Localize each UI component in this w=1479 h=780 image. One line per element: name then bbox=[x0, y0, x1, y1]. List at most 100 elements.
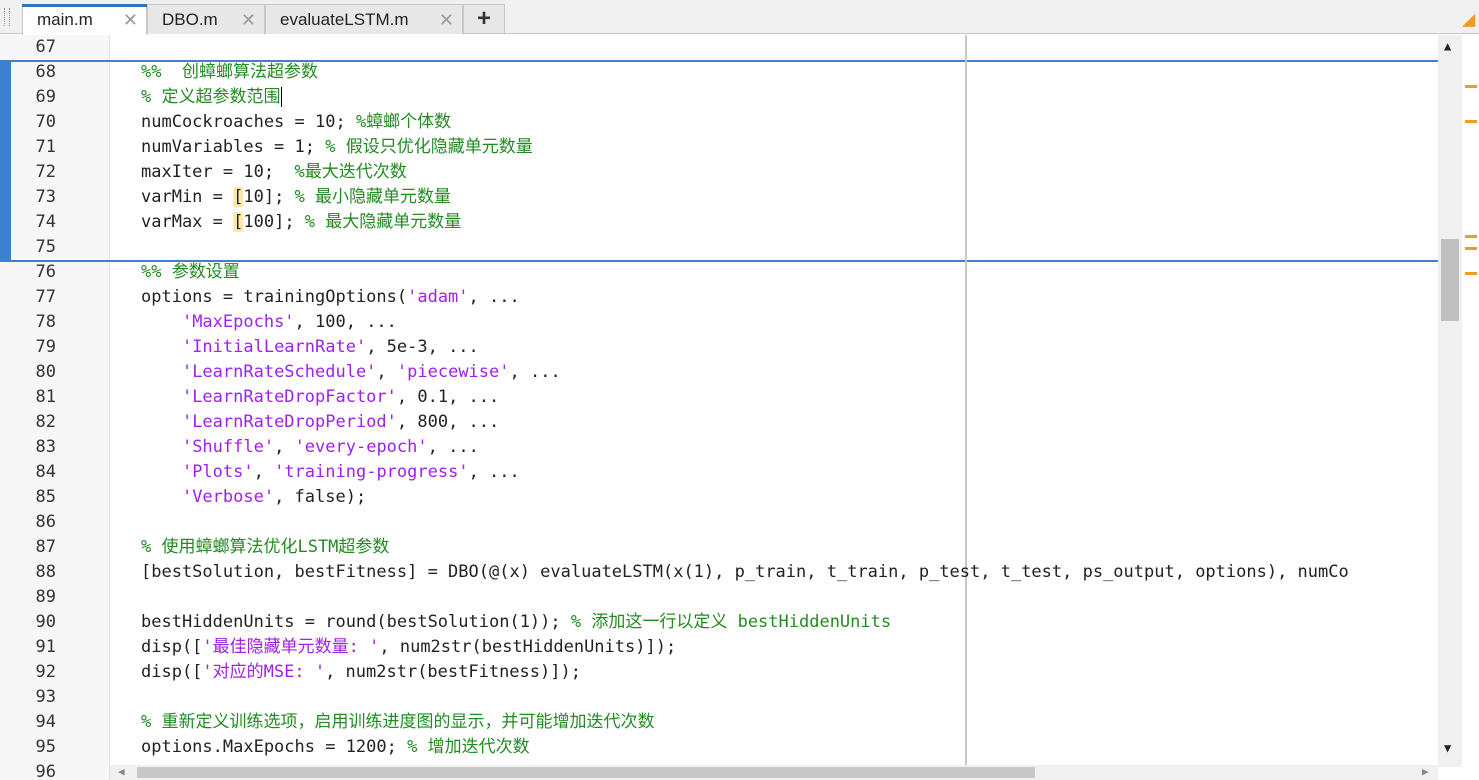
scroll-down-icon[interactable]: ▼ bbox=[1444, 741, 1451, 755]
code-line[interactable]: 72 maxIter = 10; %最大迭代次数 bbox=[0, 160, 1438, 185]
code-text: 'MaxEpochs', 100, ... bbox=[141, 310, 397, 335]
code-token: % 添加这一行以定义 bestHiddenUnits bbox=[570, 612, 892, 632]
drag-grip-icon[interactable] bbox=[4, 8, 10, 26]
code-text: % 重新定义训练选项，启用训练进度图的显示，并可能增加迭代次数 bbox=[141, 710, 654, 735]
code-token: % 最大隐藏单元数量 bbox=[304, 212, 462, 232]
code-line[interactable]: 69 % 定义超参数范围 bbox=[0, 85, 1438, 110]
code-token: options.MaxEpochs = 1200; bbox=[141, 737, 408, 757]
line-number: 77 bbox=[35, 287, 56, 307]
line-number: 95 bbox=[35, 737, 56, 757]
code-token: [ bbox=[233, 187, 244, 207]
code-token: varMin = bbox=[141, 187, 234, 207]
code-line[interactable]: 74 varMax = [100]; % 最大隐藏单元数量 bbox=[0, 210, 1438, 235]
code-line[interactable]: 89 bbox=[0, 585, 1438, 610]
code-line[interactable]: 91 disp(['最佳隐藏单元数量: ', num2str(bestHidden… bbox=[0, 635, 1438, 660]
code-line[interactable]: 77 options = trainingOptions('adam', ... bbox=[0, 285, 1438, 310]
code-line[interactable]: 73 varMin = [10]; % 最小隐藏单元数量 bbox=[0, 185, 1438, 210]
code-token: options = trainingOptions( bbox=[141, 287, 408, 307]
tab-label: main.m bbox=[37, 10, 93, 29]
code-line[interactable]: 84 'Plots', 'training-progress', ... bbox=[0, 460, 1438, 485]
warning-icon[interactable]: ◢ bbox=[1462, 8, 1479, 32]
code-line[interactable]: 70 numCockroaches = 10; %蟑螂个体数 bbox=[0, 110, 1438, 135]
code-line[interactable]: 93 bbox=[0, 685, 1438, 710]
code-token: [ bbox=[233, 212, 244, 232]
code-line[interactable]: 95 options.MaxEpochs = 1200; % 增加迭代次数 bbox=[0, 735, 1438, 760]
close-icon[interactable]: ✕ bbox=[439, 10, 454, 31]
code-token: %最大迭代次数 bbox=[294, 162, 407, 182]
line-number: 84 bbox=[35, 462, 56, 482]
code-token: disp([ bbox=[141, 662, 203, 682]
code-token: % 增加迭代次数 bbox=[407, 737, 530, 757]
editor-tab-bar: main.m ✕ DBO.m ✕ evaluateLSTM.m ✕ + bbox=[0, 0, 1479, 35]
line-number: 94 bbox=[35, 712, 56, 732]
line-number: 96 bbox=[35, 762, 56, 780]
code-line[interactable]: 81 'LearnRateDropFactor', 0.1, ... bbox=[0, 385, 1438, 410]
code-line[interactable]: 68 %% 创蟑螂算法超参数 bbox=[0, 60, 1438, 85]
line-number: 86 bbox=[35, 512, 56, 532]
code-text: %% 参数设置 bbox=[141, 260, 240, 285]
code-token: numCockroaches = 10; bbox=[141, 112, 356, 132]
code-line[interactable]: 87 % 使用蟑螂算法优化LSTM超参数 bbox=[0, 535, 1438, 560]
code-token: 'training-progress' bbox=[274, 462, 469, 482]
warning-marker[interactable] bbox=[1465, 247, 1477, 250]
code-line[interactable]: 79 'InitialLearnRate', 5e-3, ... bbox=[0, 335, 1438, 360]
code-line[interactable]: 83 'Shuffle', 'every-epoch', ... bbox=[0, 435, 1438, 460]
code-editor[interactable]: 67 68 %% 创蟑螂算法超参数 69 % 定义超参数范围 70 numCockroach… bbox=[0, 35, 1479, 780]
code-line[interactable]: 80 'LearnRateSchedule', 'piecewise', ... bbox=[0, 360, 1438, 385]
warning-marker[interactable] bbox=[1465, 120, 1477, 123]
code-line[interactable]: 67 bbox=[0, 35, 1438, 60]
warning-marker[interactable] bbox=[1465, 85, 1477, 88]
code-line[interactable]: 88 [bestSolution, bestFitness] = DBO(@(x)… bbox=[0, 560, 1438, 585]
tab-label: evaluateLSTM.m bbox=[280, 9, 409, 29]
line-number: 87 bbox=[35, 537, 56, 557]
code-line[interactable]: 82 'LearnRateDropPeriod', 800, ... bbox=[0, 410, 1438, 435]
code-token: , ... bbox=[509, 362, 561, 382]
code-token: 100]; bbox=[243, 212, 305, 232]
code-text: [bestSolution, bestFitness] = DBO(@(x) e… bbox=[141, 560, 1349, 585]
code-line[interactable]: 92 disp(['对应的MSE: ', num2str(bestFitness)… bbox=[0, 660, 1438, 685]
code-line[interactable]: 71 numVariables = 1; % 假设只优化隐藏单元数量 bbox=[0, 135, 1438, 160]
code-line[interactable]: 94 % 重新定义训练选项，启用训练进度图的显示，并可能增加迭代次数 bbox=[0, 710, 1438, 735]
horizontal-scroll-thumb[interactable] bbox=[137, 767, 1035, 778]
close-icon[interactable]: ✕ bbox=[241, 10, 256, 31]
close-icon[interactable]: ✕ bbox=[123, 10, 138, 31]
code-line[interactable]: 85 'Verbose', false); bbox=[0, 485, 1438, 510]
code-token: 'Plots' bbox=[181, 462, 254, 482]
tab-evaluatelstm-m[interactable]: evaluateLSTM.m ✕ bbox=[265, 4, 463, 34]
code-line[interactable]: 76 %% 参数设置 bbox=[0, 260, 1438, 285]
line-number: 76 bbox=[35, 262, 56, 282]
tab-main-m[interactable]: main.m ✕ bbox=[22, 4, 147, 35]
scroll-up-icon[interactable]: ▲ bbox=[1444, 39, 1451, 53]
line-number: 82 bbox=[35, 412, 56, 432]
code-line[interactable]: 90 bestHiddenUnits = round(bestSolution(1… bbox=[0, 610, 1438, 635]
code-token: '对应的MSE: ' bbox=[202, 662, 326, 682]
code-line[interactable]: 75 bbox=[0, 235, 1438, 260]
warning-marker[interactable] bbox=[1465, 272, 1477, 275]
code-text: 'LearnRateDropPeriod', 800, ... bbox=[141, 410, 499, 435]
code-token: , 800, ... bbox=[396, 412, 500, 432]
code-token: 10]; bbox=[243, 187, 295, 207]
code-token: , num2str(bestHiddenUnits)]); bbox=[379, 637, 677, 657]
horizontal-scrollbar[interactable]: ◀ ▶ bbox=[110, 765, 1438, 780]
code-token: %% 参数设置 bbox=[141, 262, 240, 282]
code-line[interactable]: 86 bbox=[0, 510, 1438, 535]
vertical-scroll-thumb[interactable] bbox=[1441, 239, 1459, 321]
line-number: 67 bbox=[35, 37, 56, 57]
code-line[interactable]: 78 'MaxEpochs', 100, ... bbox=[0, 310, 1438, 335]
warning-marker[interactable] bbox=[1465, 235, 1477, 238]
code-token: , bbox=[274, 437, 295, 457]
code-token: 'piecewise' bbox=[396, 362, 510, 382]
code-text: 'Verbose', false); bbox=[141, 485, 366, 510]
vertical-scrollbar[interactable]: ▲ ▼ bbox=[1438, 35, 1462, 767]
scroll-left-icon[interactable]: ◀ bbox=[118, 765, 125, 778]
plus-icon[interactable]: + bbox=[463, 4, 505, 33]
scroll-right-icon[interactable]: ▶ bbox=[1422, 765, 1429, 778]
code-token: '最佳隐藏单元数量: ' bbox=[202, 637, 380, 657]
code-text: numVariables = 1; % 假设只优化隐藏单元数量 bbox=[141, 135, 533, 160]
tab-dbo-m[interactable]: DBO.m ✕ bbox=[147, 4, 265, 34]
code-text: % 使用蟑螂算法优化LSTM超参数 bbox=[141, 535, 389, 560]
line-number: 71 bbox=[35, 137, 56, 157]
